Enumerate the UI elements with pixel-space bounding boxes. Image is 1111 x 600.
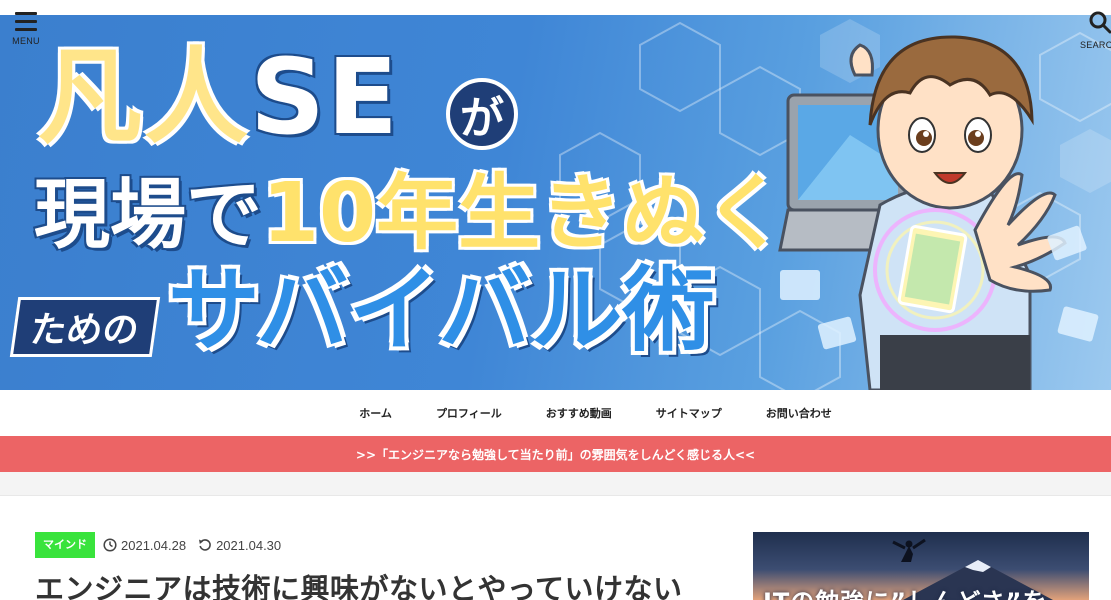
banner-particle-badge: が (446, 78, 518, 150)
nav-item-home[interactable]: ホーム (353, 405, 398, 421)
updated-date-text: 2021.04.30 (216, 537, 282, 553)
nav-item-sitemap[interactable]: サイトマップ (650, 405, 728, 421)
banner-line1: 凡人SE (38, 45, 400, 149)
notice-bar[interactable]: >>「エンジニアなら勉強して当たり前」の雰囲気をしんどく感じる人<< (0, 436, 1111, 472)
banner-line2-white: 現場で (34, 170, 262, 259)
breadcrumb-band (0, 472, 1111, 496)
updated-date: 2021.04.30 (198, 538, 281, 553)
sidebar-featured-thumbnail[interactable]: ITの勉強に”しんどさ”を (753, 532, 1089, 600)
banner-line2-yellow: 10年生きぬく (262, 166, 787, 261)
clock-icon (103, 538, 117, 552)
banner-line1-kanji: 凡人 (38, 36, 251, 158)
engineer-character-illustration (778, 35, 1099, 390)
nav-item-profile[interactable]: プロフィール (430, 405, 508, 421)
top-strip (0, 0, 1111, 15)
main-content: マインド 2021.04.28 2021.04.30 エンジニアは技術に興味がな… (0, 496, 1111, 600)
banner-line3: サバイバル術 (168, 257, 715, 364)
sidebar-thumbnail-caption: ITの勉強に”しんどさ”を (763, 582, 1047, 600)
magnifier-icon (1089, 11, 1111, 34)
notice-text[interactable]: >>「エンジニアなら勉強して当たり前」の雰囲気をしんどく感じる人<< (356, 446, 755, 463)
published-date: 2021.04.28 (103, 538, 186, 553)
search-label: SEARCH (1080, 40, 1111, 50)
global-nav: ホーム プロフィール おすすめ動画 サイトマップ お問い合わせ (0, 390, 1111, 436)
menu-label: MENU (12, 36, 40, 46)
article-meta: マインド 2021.04.28 2021.04.30 (35, 532, 281, 558)
article-title: エンジニアは技術に興味がないとやっていけない (35, 572, 683, 600)
search-button[interactable]: SEARCH (1080, 10, 1111, 54)
nav-item-recommended-videos[interactable]: おすすめ動画 (540, 405, 618, 421)
banner-line1-se: SE (250, 36, 400, 158)
category-badge[interactable]: マインド (35, 532, 95, 558)
nav-item-contact[interactable]: お問い合わせ (760, 405, 838, 421)
site-header-banner[interactable]: 凡人SE が 現場で10年生きぬく ための サバイバル術 (0, 15, 1111, 390)
banner-prefix-box: ための (9, 297, 161, 357)
published-date-text: 2021.04.28 (121, 537, 187, 553)
menu-button[interactable]: MENU (8, 10, 44, 54)
refresh-icon (199, 539, 211, 551)
hamburger-icon (15, 12, 37, 31)
banner-line2: 現場で10年生きぬく (34, 173, 786, 255)
